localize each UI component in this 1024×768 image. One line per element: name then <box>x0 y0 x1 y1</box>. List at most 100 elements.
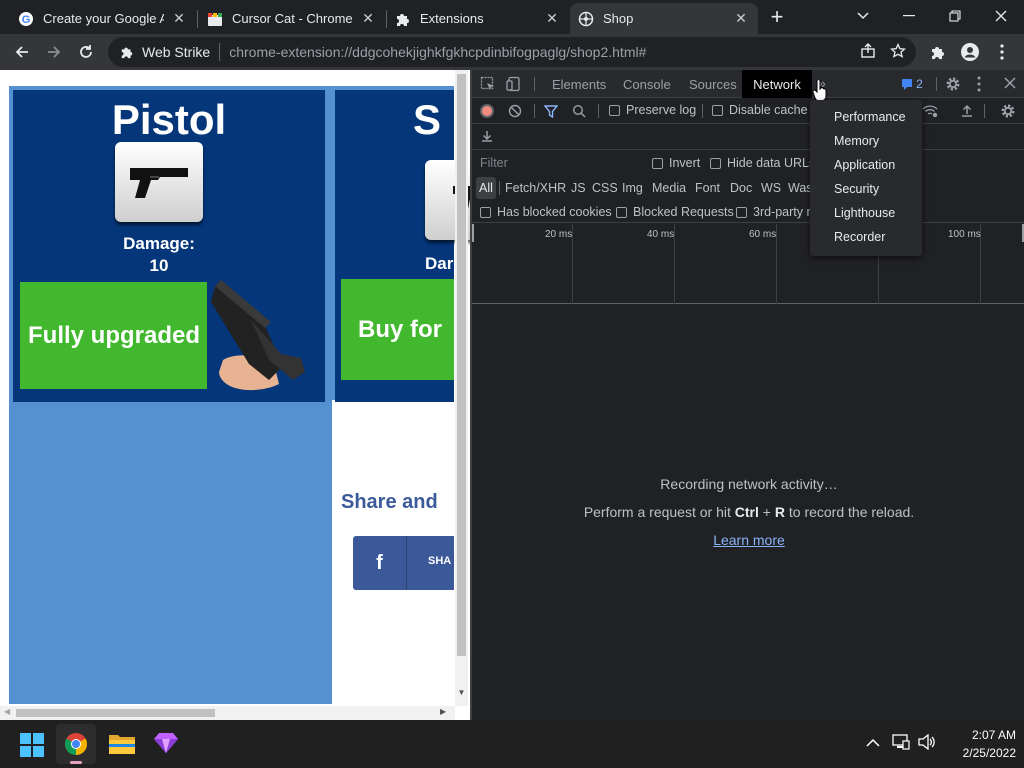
tab-extensions[interactable]: Extensions ✕ <box>387 3 569 34</box>
horizontal-scrollbar[interactable]: ◀ ▶ <box>0 706 455 720</box>
devtools-tab-console[interactable]: Console <box>623 70 671 98</box>
windows-start-icon[interactable] <box>20 733 44 762</box>
omnibox-divider <box>219 43 221 61</box>
close-icon <box>995 10 1007 22</box>
file-explorer-icon[interactable] <box>109 732 135 759</box>
weapon-card-pistol: Pistol Damage: 10 Fully upgraded <box>13 90 325 402</box>
filter-row: Filter Invert Hide data URLs <box>472 150 1024 176</box>
filter-icon[interactable] <box>543 104 559 123</box>
extensions-button[interactable] <box>924 38 952 66</box>
record-hint: Perform a request or hit Ctrl + R to rec… <box>472 504 1024 520</box>
url-text: chrome-extension://ddgcohekjighkfgkhcpdi… <box>229 44 647 60</box>
google-icon: G <box>18 11 34 27</box>
tab-search-button[interactable] <box>840 0 886 32</box>
pistol-icon <box>115 142 203 222</box>
menu-item-recorder[interactable]: Recorder <box>834 230 885 244</box>
vertical-scrollbar[interactable]: ▼ <box>455 70 468 706</box>
has-blocked-cookies-checkbox[interactable]: Has blocked cookies <box>480 205 612 219</box>
inspect-element-icon[interactable] <box>480 76 496 97</box>
checkbox-box <box>736 207 747 219</box>
devtools-tab-network[interactable]: Network <box>742 70 812 98</box>
clock-date[interactable]: 2/25/2022 <box>946 746 1016 760</box>
timeline-handle-left[interactable] <box>472 224 474 242</box>
share-heading: Share and <box>341 491 438 513</box>
filter-css[interactable]: CSS <box>592 177 618 199</box>
tick-label: 60 ms <box>749 229 777 240</box>
reload-button[interactable] <box>72 38 100 66</box>
filter-font[interactable]: Font <box>695 177 720 199</box>
more-vert-icon[interactable] <box>977 76 981 97</box>
settings-gear-icon[interactable] <box>945 76 961 97</box>
back-button[interactable] <box>8 38 36 66</box>
tab-shop[interactable]: Shop ✕ <box>570 3 758 34</box>
network-conditions-icon[interactable] <box>922 104 938 123</box>
filter-media[interactable]: Media <box>652 177 686 199</box>
devtools-tab-elements[interactable]: Elements <box>552 70 606 98</box>
filter-wasm[interactable]: Was <box>788 177 813 199</box>
webstore-icon <box>207 11 223 27</box>
third-party-checkbox[interactable]: 3rd-party r <box>736 205 811 219</box>
menu-item-memory[interactable]: Memory <box>834 134 879 148</box>
scrollbar-thumb[interactable] <box>16 709 215 717</box>
menu-item-security[interactable]: Security <box>834 182 879 196</box>
share-icon[interactable] <box>860 42 876 62</box>
invert-checkbox[interactable]: Invert <box>652 156 700 170</box>
checkbox-box <box>652 158 663 170</box>
filter-js[interactable]: JS <box>571 177 586 199</box>
filter-img[interactable]: Img <box>622 177 643 199</box>
export-har-icon[interactable] <box>480 129 494 148</box>
buy-button[interactable]: Buy for <box>341 279 454 380</box>
scroll-left-arrow-icon[interactable]: ◀ <box>4 707 10 716</box>
facebook-share-button[interactable]: f SHA <box>353 536 454 590</box>
network-settings-gear-icon[interactable] <box>1000 103 1016 124</box>
blocked-requests-checkbox[interactable]: Blocked Requests <box>616 205 734 219</box>
filter-ws[interactable]: WS <box>761 177 781 199</box>
issues-badge[interactable]: 2 <box>895 75 929 93</box>
devtools-tab-sources[interactable]: Sources <box>689 70 737 98</box>
forward-button[interactable] <box>40 38 68 66</box>
filter-input[interactable]: Filter <box>476 154 638 172</box>
close-icon[interactable]: ✕ <box>543 10 561 28</box>
disable-cache-checkbox[interactable]: Disable cache <box>712 103 808 117</box>
close-icon[interactable]: ✕ <box>732 10 750 28</box>
close-devtools-icon[interactable] <box>1003 76 1017 95</box>
filter-fetch-xhr[interactable]: Fetch/XHR <box>505 177 566 199</box>
network-monitor-icon[interactable] <box>892 734 910 755</box>
hide-data-urls-checkbox[interactable]: Hide data URLs <box>710 156 815 170</box>
close-window-button[interactable] <box>978 0 1024 32</box>
search-icon[interactable] <box>572 104 586 123</box>
tab-cursor-cat[interactable]: Cursor Cat - Chrome W ✕ <box>199 3 385 34</box>
menu-item-performance[interactable]: Performance <box>834 110 906 124</box>
gem-app-icon[interactable] <box>154 732 178 759</box>
filter-all[interactable]: All <box>476 177 496 199</box>
scroll-right-arrow-icon[interactable]: ▶ <box>440 707 446 716</box>
volume-icon[interactable] <box>918 733 936 755</box>
close-icon[interactable]: ✕ <box>170 10 188 28</box>
minimize-button[interactable] <box>886 0 932 32</box>
chevron-down-icon <box>857 12 869 20</box>
fully-upgraded-button[interactable]: Fully upgraded <box>20 282 207 389</box>
scrollbar-thumb[interactable] <box>457 74 466 656</box>
close-icon[interactable]: ✕ <box>359 10 377 28</box>
chrome-menu-button[interactable] <box>988 38 1016 66</box>
preserve-log-checkbox[interactable]: Preserve log <box>609 103 696 117</box>
address-bar[interactable]: Web Strike chrome-extension://ddgcohekji… <box>108 37 916 67</box>
restore-button[interactable] <box>932 0 978 32</box>
import-har-icon[interactable] <box>960 104 974 123</box>
record-button[interactable] <box>480 104 494 118</box>
menu-item-lighthouse[interactable]: Lighthouse <box>834 206 895 220</box>
menu-item-application[interactable]: Application <box>834 158 895 172</box>
timeline-overview[interactable]: 20 ms 40 ms 60 ms 100 ms <box>472 224 1024 304</box>
tab-google-account[interactable]: G Create your Google Ac ✕ <box>10 3 196 34</box>
scroll-down-arrow-icon[interactable]: ▼ <box>457 688 466 697</box>
bookmark-star-icon[interactable] <box>889 42 907 62</box>
chevron-up-icon[interactable] <box>866 735 880 751</box>
device-toolbar-icon[interactable] <box>506 76 522 97</box>
clock-time[interactable]: 2:07 AM <box>946 728 1016 742</box>
clear-icon[interactable] <box>508 104 522 123</box>
learn-more-link[interactable]: Learn more <box>713 532 785 548</box>
taskbar-chrome-button[interactable] <box>56 724 96 764</box>
new-tab-button[interactable]: + <box>764 4 790 29</box>
profile-button[interactable] <box>956 38 984 66</box>
filter-doc[interactable]: Doc <box>730 177 752 199</box>
